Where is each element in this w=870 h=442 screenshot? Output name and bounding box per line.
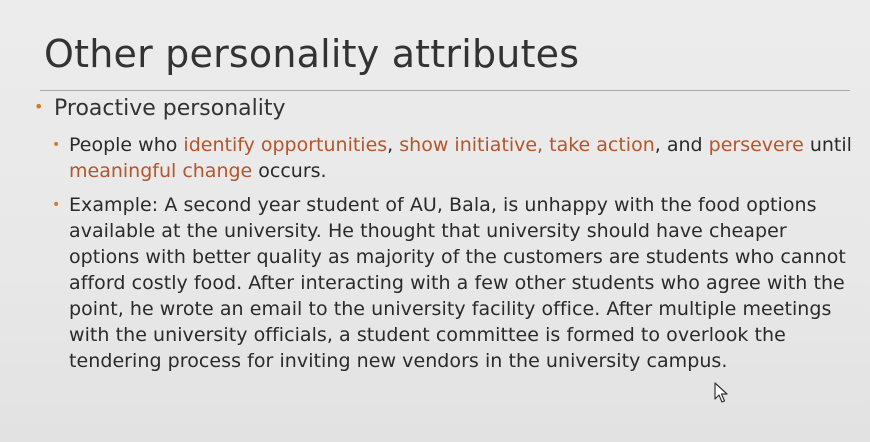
highlight-meaningful-change: meaningful change: [69, 160, 253, 182]
definition-text: People who identify opportunities, show …: [69, 132, 852, 184]
definition-text-part: People who: [69, 134, 184, 156]
example-text: Example: A second year student of AU, Ba…: [69, 194, 846, 372]
definition-text-part: ,: [387, 134, 400, 156]
slide-title: Other personality attributes: [44, 32, 580, 76]
sub-bullet-definition: • People who identify opportunities, sho…: [52, 132, 852, 184]
bullet-proactive-personality: • Proactive personality: [34, 96, 286, 121]
definition-text-part: occurs.: [252, 160, 327, 182]
title-divider: [40, 90, 850, 91]
bullet-label: Proactive personality: [54, 96, 286, 121]
bullet-marker: •: [52, 197, 61, 213]
slide: Other personality attributes • Proactive …: [0, 0, 870, 442]
bullet-marker: •: [52, 137, 61, 153]
sub-bullet-example: • Example: A second year student of AU, …: [52, 192, 852, 374]
highlight-show-initiative: show initiative, take action: [399, 134, 655, 156]
highlight-identify-opportunities: identify opportunities: [183, 134, 388, 156]
highlight-persevere: persevere: [708, 134, 804, 156]
mouse-pointer-icon: [714, 382, 728, 403]
bullet-marker: •: [34, 97, 44, 116]
definition-text-part: until: [803, 134, 852, 156]
definition-text-part: , and: [654, 134, 709, 156]
